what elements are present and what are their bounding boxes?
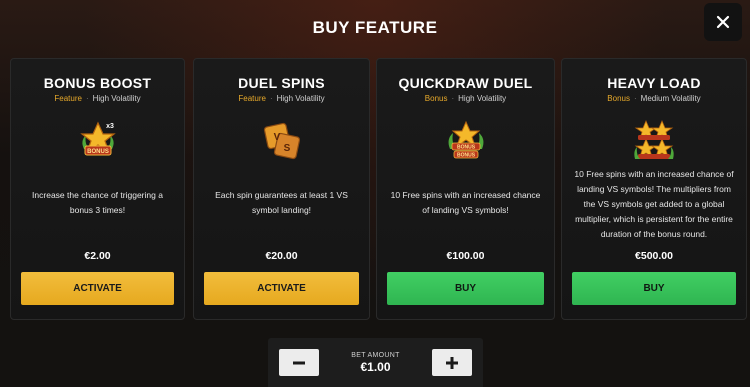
- svg-text:BONUS: BONUS: [87, 149, 109, 155]
- feature-card-heavy-load: HEAVY LOAD Bonus · Medium Volatility 10 Fr…: [561, 58, 747, 320]
- card-description: 10 Free spins with an increased chance o…: [574, 169, 734, 239]
- card-volatility: High Volatility: [276, 94, 325, 103]
- header-bar: BUY FEATURE: [0, 0, 750, 56]
- bonus-bonus-stars-icon: BONUS BONUS: [448, 120, 483, 159]
- plus-icon: [446, 356, 458, 369]
- card-volatility: High Volatility: [458, 94, 507, 103]
- close-button[interactable]: [704, 3, 742, 41]
- card-type: Feature: [54, 94, 82, 103]
- card-volatility: Medium Volatility: [640, 94, 701, 103]
- svg-text:V: V: [273, 132, 280, 143]
- card-price: €2.00: [84, 250, 111, 262]
- card-price: €20.00: [265, 250, 298, 262]
- buy-button[interactable]: BUY: [572, 272, 736, 305]
- activate-button[interactable]: ACTIVATE: [21, 272, 174, 305]
- vs-symbol-icon: V S: [263, 122, 300, 160]
- page-title: BUY FEATURE: [312, 18, 438, 37]
- feature-card-duel-spins: DUEL SPINS Feature · High Volatility V S E…: [193, 58, 370, 320]
- svg-text:x3: x3: [106, 123, 114, 130]
- feature-card-bonus-boost: BONUS BOOST Feature · High Volatility BONU…: [10, 58, 185, 320]
- feature-card-quickdraw-duel: QUICKDRAW DUEL Bonus · High Volatility BON…: [376, 58, 555, 320]
- card-title: HEAVY LOAD: [607, 75, 701, 91]
- card-tags: Bonus · High Volatility: [424, 94, 507, 103]
- bet-amount-panel: BET AMOUNT €1.00: [268, 338, 483, 387]
- close-icon: [716, 15, 730, 29]
- card-price: €100.00: [446, 250, 485, 262]
- increase-bet-button[interactable]: [432, 349, 472, 376]
- card-title: QUICKDRAW DUEL: [398, 75, 533, 91]
- card-tags: Bonus · Medium Volatility: [607, 94, 701, 103]
- card-description: Increase the chance of triggering a bonu…: [32, 190, 163, 215]
- star-bonus-x3-icon: BONUS x3: [79, 121, 116, 156]
- card-tags: Feature · High Volatility: [54, 94, 141, 103]
- card-tags: Feature · High Volatility: [238, 94, 325, 103]
- bonus-stack-icon: [634, 119, 674, 159]
- card-volatility: High Volatility: [92, 94, 141, 103]
- feature-cards: BONUS BOOST Feature · High Volatility BONU…: [10, 58, 747, 320]
- card-title: DUEL SPINS: [238, 75, 325, 91]
- buy-button[interactable]: BUY: [387, 272, 544, 305]
- card-price: €500.00: [635, 250, 673, 262]
- activate-button[interactable]: ACTIVATE: [204, 272, 359, 305]
- card-type: Bonus: [424, 94, 448, 103]
- card-type: Feature: [238, 94, 266, 103]
- svg-text:S: S: [283, 143, 290, 154]
- card-description: Each spin guarantees at least 1 VS symbo…: [215, 190, 348, 215]
- svg-text:BONUS: BONUS: [456, 153, 475, 159]
- card-description: 10 Free spins with an increased chance o…: [390, 190, 541, 215]
- card-type: Bonus: [607, 94, 630, 103]
- svg-text:BONUS: BONUS: [456, 145, 475, 151]
- card-title: BONUS BOOST: [43, 75, 152, 91]
